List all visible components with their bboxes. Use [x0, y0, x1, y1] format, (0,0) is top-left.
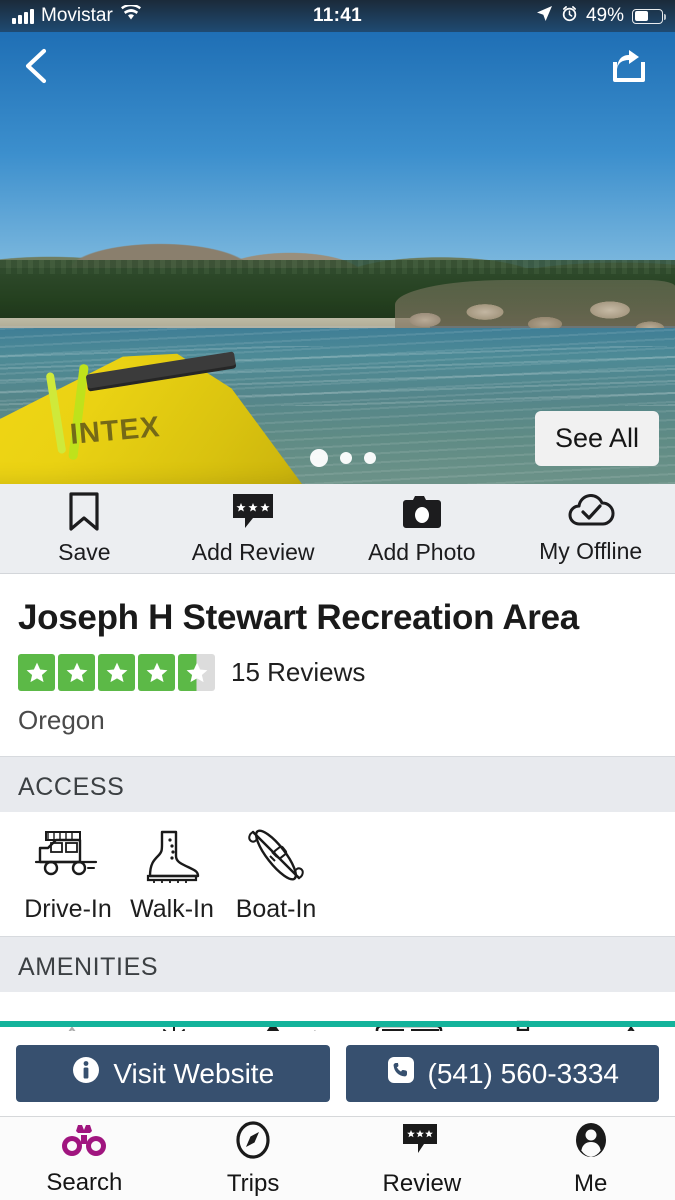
person-avatar-icon	[571, 1120, 611, 1165]
call-phone-button[interactable]: (541) 560-3334	[345, 1045, 659, 1102]
star-3	[98, 654, 135, 692]
star-5-half	[178, 654, 215, 692]
add-photo-action[interactable]: Add Photo	[338, 492, 507, 566]
action-bar: Save Add Review Add Photo My Offline	[0, 484, 675, 574]
visit-website-button[interactable]: Visit Website	[16, 1045, 330, 1102]
cta-button-bar: Visit Website (541) 560-3334	[0, 1031, 675, 1117]
tab-review-label: Review	[382, 1169, 462, 1197]
tab-trips-label: Trips	[226, 1169, 280, 1197]
amenities-section-heading: AMENITIES	[0, 936, 675, 999]
access-item-walk-in[interactable]: Walk-In	[120, 826, 224, 924]
hiking-boot-icon	[142, 826, 202, 889]
cloud-check-icon	[566, 493, 616, 531]
camera-icon	[399, 492, 445, 532]
place-header: Joseph H Stewart Recreation Area 15 Revi…	[0, 574, 675, 757]
loading-progress-bar	[0, 1021, 675, 1027]
my-offline-action-label: My Offline	[539, 537, 643, 564]
save-action[interactable]: Save	[0, 491, 169, 566]
tab-search[interactable]: Search	[0, 1121, 169, 1197]
rating-row: 15 Reviews	[18, 654, 657, 692]
access-section-heading: ACCESS	[0, 756, 675, 819]
bookmark-icon	[68, 491, 100, 532]
tab-trips[interactable]: Trips	[169, 1120, 338, 1198]
region-label: Oregon	[18, 705, 105, 736]
status-bar: Movistar 11:41 49%	[0, 0, 675, 32]
battery-icon	[632, 8, 667, 24]
status-bar-right: 49%	[362, 5, 667, 28]
kayak-paddle-icon	[243, 826, 309, 889]
my-offline-action[interactable]: My Offline	[506, 493, 675, 565]
access-section-body: Drive-In Walk-In Boat-In	[0, 812, 675, 938]
see-all-photos-button[interactable]: See All	[534, 411, 659, 466]
review-bubble-icon	[400, 1120, 444, 1165]
back-button[interactable]	[16, 44, 60, 88]
hero-nav-overlay	[0, 32, 675, 94]
location-arrow-icon	[536, 5, 553, 28]
tab-me[interactable]: Me	[506, 1120, 675, 1198]
review-bubble-icon	[231, 492, 275, 532]
star-2	[58, 654, 95, 692]
reviews-count-label[interactable]: 15 Reviews	[231, 657, 365, 688]
page-dot-2[interactable]	[340, 452, 352, 464]
compass-icon	[233, 1120, 273, 1165]
phone-icon	[386, 1055, 416, 1092]
clock-label: 11:41	[312, 5, 363, 26]
info-icon	[71, 1055, 101, 1092]
bottom-tab-bar: Search Trips Review Me	[0, 1116, 675, 1200]
tab-review[interactable]: Review	[338, 1120, 507, 1198]
add-review-action-label: Add Review	[191, 538, 315, 565]
star-4	[138, 654, 175, 692]
tab-search-label: Search	[46, 1168, 123, 1196]
access-item-boat-in[interactable]: Boat-In	[224, 826, 328, 924]
photo-pagination-dots[interactable]	[310, 449, 376, 467]
binoculars-icon	[61, 1121, 107, 1164]
page-dot-3[interactable]	[364, 452, 376, 464]
star-1	[18, 654, 55, 692]
suv-icon	[32, 826, 104, 889]
wifi-icon	[120, 3, 142, 27]
access-item-walk-in-label: Walk-In	[130, 895, 214, 923]
add-photo-action-label: Add Photo	[368, 538, 476, 565]
share-button[interactable]	[607, 44, 651, 88]
access-item-boat-in-label: Boat-In	[235, 895, 317, 923]
access-item-drive-in[interactable]: Drive-In	[16, 826, 120, 924]
carrier-label: Movistar	[41, 5, 113, 26]
tab-me-label: Me	[573, 1169, 608, 1197]
battery-percent-label: 49%	[585, 5, 625, 26]
hero-photo[interactable]: INTEX See All	[0, 32, 675, 484]
page-title: Joseph H Stewart Recreation Area	[18, 598, 579, 637]
status-bar-left: Movistar	[12, 3, 313, 27]
access-item-drive-in-label: Drive-In	[24, 895, 112, 923]
page-dot-1[interactable]	[310, 449, 328, 467]
alarm-clock-icon	[561, 5, 578, 28]
call-phone-label: (541) 560-3334	[427, 1057, 619, 1089]
visit-website-label: Visit Website	[113, 1057, 275, 1089]
save-action-label: Save	[58, 538, 111, 565]
signal-bars-icon	[12, 8, 34, 24]
add-review-action[interactable]: Add Review	[169, 492, 338, 566]
star-rating	[18, 654, 215, 692]
